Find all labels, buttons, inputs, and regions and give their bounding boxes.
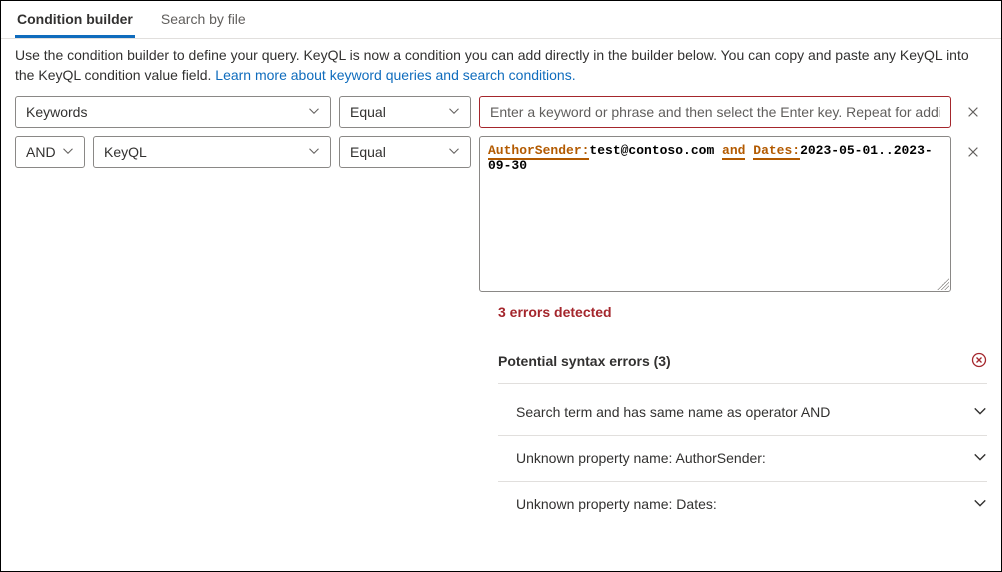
error-item-text: Search term and has same name as operato… bbox=[516, 404, 830, 420]
kql-token-property: Dates: bbox=[753, 143, 800, 160]
intro-text: Use the condition builder to define your… bbox=[1, 39, 1001, 96]
remove-row-button[interactable] bbox=[959, 138, 987, 166]
error-category-label: Potential syntax errors (3) bbox=[498, 353, 671, 369]
boolean-select-and[interactable]: AND bbox=[15, 136, 85, 168]
chevron-down-icon bbox=[973, 450, 987, 467]
error-item[interactable]: Unknown property name: Dates: bbox=[498, 482, 987, 527]
close-icon bbox=[966, 105, 980, 119]
error-icon bbox=[971, 352, 987, 371]
keyql-textarea[interactable]: AuthorSender:test@contoso.com and Dates:… bbox=[479, 136, 951, 292]
value-cell bbox=[479, 96, 951, 128]
field-select-label: KeyQL bbox=[104, 144, 147, 160]
error-panel: 3 errors detected Potential syntax error… bbox=[484, 304, 1001, 527]
error-item-text: Unknown property name: Dates: bbox=[516, 496, 717, 512]
operator-label: Equal bbox=[350, 104, 386, 120]
chevron-down-icon bbox=[308, 104, 320, 120]
chevron-down-icon bbox=[448, 104, 460, 120]
error-item[interactable]: Unknown property name: AuthorSender: bbox=[498, 436, 987, 482]
remove-row-button[interactable] bbox=[959, 98, 987, 126]
chevron-down-icon bbox=[448, 144, 460, 160]
error-item[interactable]: Search term and has same name as operato… bbox=[498, 390, 987, 436]
tab-search-by-file[interactable]: Search by file bbox=[159, 7, 248, 38]
tabs: Condition builder Search by file bbox=[1, 1, 1001, 39]
close-icon bbox=[966, 145, 980, 159]
operator-label: Equal bbox=[350, 144, 386, 160]
field-select-keyql[interactable]: KeyQL bbox=[93, 136, 331, 168]
keywords-input[interactable] bbox=[479, 96, 951, 128]
kql-token-operator: and bbox=[722, 143, 745, 160]
kql-token-value: test@contoso.com bbox=[589, 143, 722, 158]
boolean-label: AND bbox=[26, 144, 56, 160]
condition-row: AND KeyQL Equal AuthorSender:test@co bbox=[15, 136, 987, 292]
value-cell: AuthorSender:test@contoso.com and Dates:… bbox=[479, 136, 951, 292]
tab-condition-builder[interactable]: Condition builder bbox=[15, 7, 135, 38]
chevron-down-icon bbox=[973, 496, 987, 513]
error-heading: 3 errors detected bbox=[498, 304, 987, 320]
operator-select-equal[interactable]: Equal bbox=[339, 136, 471, 168]
chevron-down-icon bbox=[308, 144, 320, 160]
operator-select-equal[interactable]: Equal bbox=[339, 96, 471, 128]
chevron-down-icon bbox=[62, 144, 74, 160]
chevron-down-icon bbox=[973, 404, 987, 421]
field-select-label: Keywords bbox=[26, 104, 87, 120]
learn-more-link[interactable]: Learn more about keyword queries and sea… bbox=[215, 67, 575, 83]
error-category-row[interactable]: Potential syntax errors (3) bbox=[498, 344, 987, 384]
field-select-keywords[interactable]: Keywords bbox=[15, 96, 331, 128]
condition-row: Keywords Equal bbox=[15, 96, 987, 128]
error-item-text: Unknown property name: AuthorSender: bbox=[516, 450, 766, 466]
